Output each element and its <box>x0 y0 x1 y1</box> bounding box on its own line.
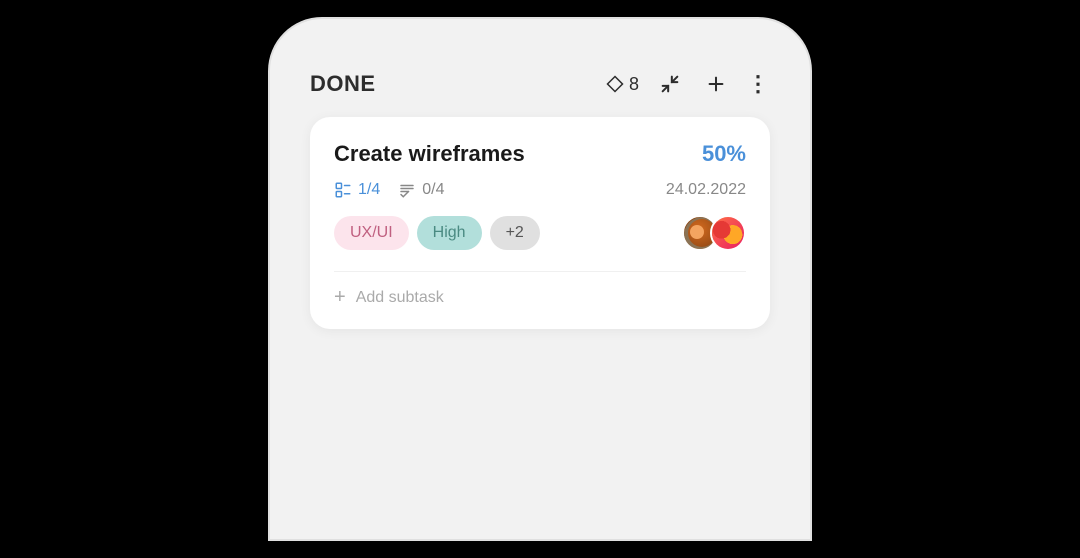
task-meta-left: 1/4 0/4 <box>334 181 445 199</box>
checklist-count: 0/4 <box>398 181 444 199</box>
tag-more[interactable]: +2 <box>490 216 540 250</box>
task-title: Create wireframes <box>334 141 690 167</box>
story-points: 8 <box>606 74 639 95</box>
task-date: 24.02.2022 <box>666 181 746 199</box>
compress-icon <box>659 73 681 95</box>
checklist-icon <box>398 181 416 199</box>
avatar-2 <box>710 215 746 251</box>
task-card[interactable]: Create wireframes 50% 1/4 <box>310 117 770 329</box>
tags-left: UX/UI High +2 <box>334 216 540 250</box>
diamond-icon <box>606 75 624 93</box>
content-area: DONE 8 <box>310 59 770 329</box>
task-card-header: Create wireframes 50% <box>334 141 746 167</box>
phone-frame: DONE 8 <box>270 19 810 539</box>
subtask-icon <box>334 181 352 199</box>
add-subtask-label: Add subtask <box>356 289 444 307</box>
column-header: DONE 8 <box>310 59 770 117</box>
plus-icon <box>705 73 727 95</box>
tag-high[interactable]: High <box>417 216 482 250</box>
task-meta: 1/4 0/4 24.02.2022 <box>334 181 746 199</box>
add-task-button[interactable] <box>701 69 731 99</box>
subtask-count: 1/4 <box>334 181 380 199</box>
header-actions: 8 ⋮ <box>606 69 770 99</box>
assignee-avatars <box>682 215 746 251</box>
add-subtask-row[interactable]: + Add subtask <box>334 271 746 309</box>
avatar-2-image <box>712 217 744 249</box>
column-title: DONE <box>310 71 376 97</box>
more-options-icon[interactable]: ⋮ <box>747 71 770 97</box>
compress-button[interactable] <box>655 69 685 99</box>
tag-uxui[interactable]: UX/UI <box>334 216 409 250</box>
tags-row: UX/UI High +2 <box>334 215 746 251</box>
add-subtask-icon: + <box>334 286 346 309</box>
task-progress: 50% <box>702 141 746 167</box>
